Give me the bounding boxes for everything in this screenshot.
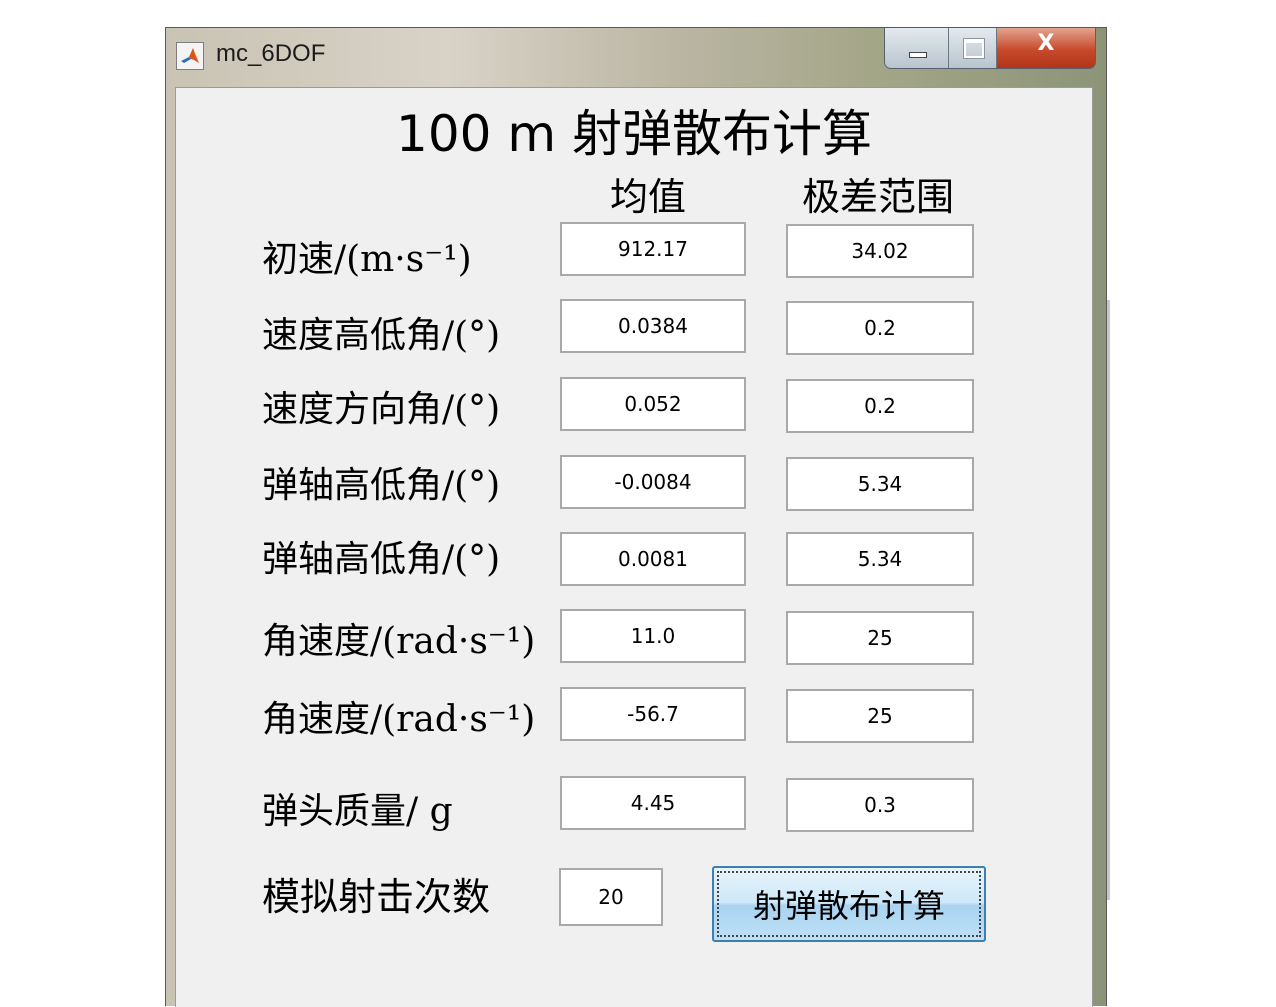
- window-title: mc_6DOF: [216, 40, 326, 67]
- title-bar[interactable]: mc_6DOF X: [166, 28, 1106, 86]
- maximize-button[interactable]: [949, 28, 997, 68]
- app-window: mc_6DOF X 100 m 射弹散布计算 均值 极差范围 初速/(m·s⁻¹…: [165, 27, 1107, 1007]
- angular-velocity-mean-input-2[interactable]: -56.7: [560, 687, 746, 741]
- velocity-elevation-range-input[interactable]: 0.2: [786, 301, 974, 355]
- axis-elevation-mean-input-2[interactable]: 0.0081: [560, 532, 746, 586]
- background-edge: [1107, 300, 1110, 900]
- minimize-icon: [909, 52, 927, 58]
- velocity-elevation-label: 速度高低角/(°): [262, 315, 501, 356]
- shot-count-input[interactable]: 20: [559, 868, 663, 926]
- close-icon: X: [1037, 31, 1055, 56]
- velocity-azimuth-mean-input[interactable]: 0.052: [560, 377, 746, 431]
- velocity-elevation-mean-input[interactable]: 0.0384: [560, 299, 746, 353]
- shot-count-label: 模拟射击次数: [262, 875, 491, 919]
- matlab-logo-icon[interactable]: [176, 42, 204, 70]
- page-title: 100 m 射弹散布计算: [396, 105, 872, 163]
- axis-elevation-label-1: 弹轴高低角/(°): [262, 465, 501, 506]
- compute-dispersion-button[interactable]: 射弹散布计算: [712, 866, 986, 942]
- axis-elevation-label-2: 弹轴高低角/(°): [262, 539, 501, 580]
- axis-elevation-mean-input-1[interactable]: -0.0084: [560, 455, 746, 509]
- bullet-mass-range-input[interactable]: 0.3: [786, 778, 974, 832]
- axis-elevation-range-input-1[interactable]: 5.34: [786, 457, 974, 511]
- bullet-mass-mean-input[interactable]: 4.45: [560, 776, 746, 830]
- angular-velocity-label-2: 角速度/(rad·s⁻¹): [262, 699, 536, 740]
- axis-elevation-range-input-2[interactable]: 5.34: [786, 532, 974, 586]
- column-header-range: 极差范围: [802, 175, 955, 219]
- angular-velocity-range-input-2[interactable]: 25: [786, 689, 974, 743]
- angular-velocity-label-1: 角速度/(rad·s⁻¹): [262, 621, 536, 662]
- bullet-mass-label: 弹头质量/ g: [262, 791, 453, 832]
- velocity-azimuth-range-input[interactable]: 0.2: [786, 379, 974, 433]
- muzzle-velocity-range-input[interactable]: 34.02: [786, 224, 974, 278]
- window-controls: X: [884, 28, 1096, 69]
- column-header-mean: 均值: [610, 175, 687, 219]
- muzzle-velocity-mean-input[interactable]: 912.17: [560, 222, 746, 276]
- minimize-button[interactable]: [885, 28, 949, 68]
- close-button[interactable]: X: [997, 28, 1095, 68]
- maximize-icon: [963, 38, 985, 59]
- muzzle-velocity-label: 初速/(m·s⁻¹): [262, 239, 472, 280]
- form-panel: 100 m 射弹散布计算 均值 极差范围 初速/(m·s⁻¹) 912.17 3…: [175, 87, 1093, 1007]
- velocity-azimuth-label: 速度方向角/(°): [262, 389, 501, 430]
- angular-velocity-range-input-1[interactable]: 25: [786, 611, 974, 665]
- angular-velocity-mean-input-1[interactable]: 11.0: [560, 609, 746, 663]
